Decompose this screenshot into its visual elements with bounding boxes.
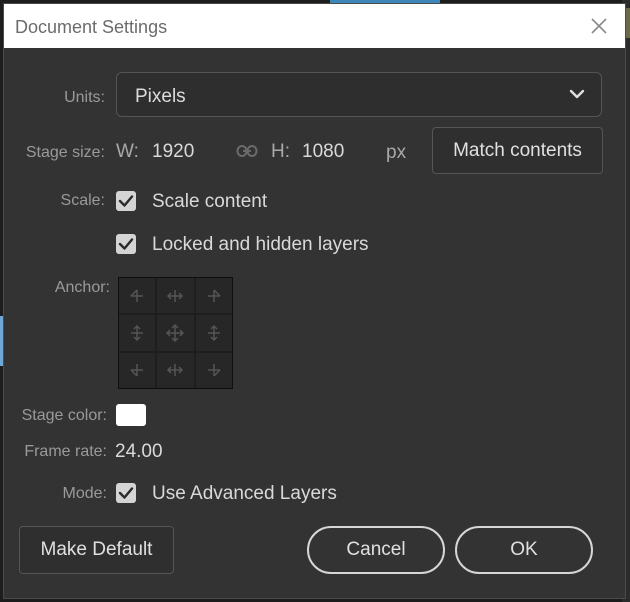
checkmark-icon [118,195,134,207]
document-settings-dialog: Document Settings Units: Pixels Stage si… [3,3,626,599]
match-contents-label: Match contents [453,139,582,161]
scale-content-label: Scale content [152,191,268,212]
anchor-middle-left[interactable] [119,315,156,351]
arrow-corner-icon [207,289,221,302]
units-selected-value: Pixels [135,86,186,107]
arrow-corner-icon [207,364,221,377]
ok-button[interactable]: OK [455,526,593,574]
match-contents-button[interactable]: Match contents [432,127,603,174]
height-label: H: [271,141,290,162]
anchor-grid [118,277,233,389]
stage-color-label: Stage color: [21,407,107,424]
link-icon[interactable] [236,144,258,158]
arrows-icon [131,324,144,342]
anchor-bottom-center[interactable] [157,352,194,388]
make-default-label: Make Default [40,539,153,560]
arrow-corner-icon [130,364,144,377]
units-dropdown[interactable]: Pixels [116,72,602,117]
arrow-corner-icon [130,289,144,302]
checkmark-icon [118,487,134,499]
frame-rate-value[interactable]: 24.00 [115,441,163,463]
frame-rate-label: Frame rate: [24,443,107,460]
cancel-button[interactable]: Cancel [307,526,445,574]
anchor-top-left[interactable] [119,278,156,314]
anchor-middle-right[interactable] [195,315,232,351]
height-input[interactable]: 1080 [302,141,344,163]
units-label: Units: [64,89,105,106]
arrows-icon [167,364,184,377]
anchor-bottom-left[interactable] [119,352,156,388]
stage-size-label: Stage size: [25,144,105,161]
chevron-down-icon [569,89,585,99]
anchor-top-center[interactable] [157,278,194,314]
scale-label: Scale: [60,192,105,209]
close-icon [591,18,607,34]
width-label: W: [116,141,139,162]
size-unit-label: px [386,142,407,163]
locked-hidden-layers-label: Locked and hidden layers [152,234,369,255]
arrows-icon [167,289,184,302]
locked-hidden-layers-checkbox[interactable] [116,234,136,254]
dialog-titlebar: Document Settings [4,4,625,48]
ok-label: OK [510,539,538,560]
anchor-center[interactable] [157,315,194,351]
advanced-layers-label: Use Advanced Layers [152,483,337,504]
anchor-bottom-right[interactable] [195,352,232,388]
cancel-label: Cancel [346,539,406,560]
arrows-icon [207,324,220,342]
stage-color-swatch[interactable] [116,404,146,426]
anchor-top-right[interactable] [195,278,232,314]
scale-content-checkbox[interactable] [116,191,136,211]
width-input[interactable]: 1920 [152,141,194,163]
make-default-button[interactable]: Make Default [19,526,174,574]
mode-label: Mode: [62,485,107,502]
checkmark-icon [118,238,134,250]
anchor-label: Anchor: [54,279,110,296]
move-icon [166,323,185,343]
advanced-layers-checkbox[interactable] [116,483,136,503]
dialog-title: Document Settings [15,17,168,37]
close-button[interactable] [587,14,611,38]
